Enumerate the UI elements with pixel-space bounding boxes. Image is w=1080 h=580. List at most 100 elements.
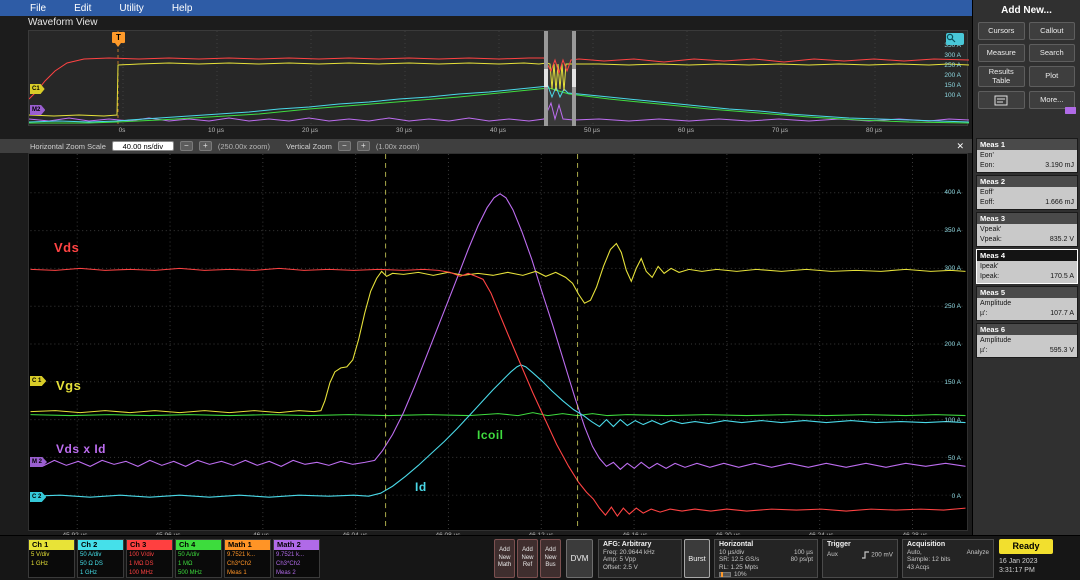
channel-4-badge[interactable]: Ch 4 50 A/div1 MΩ500 MHz <box>175 539 222 578</box>
trigger-position-marker[interactable]: T <box>112 32 125 43</box>
cursors-button[interactable]: Cursors <box>978 22 1025 40</box>
callout-button[interactable]: Callout <box>1029 22 1076 40</box>
zoomed-waveform-plot[interactable]: Vds Vgs Vds x Id Icoil Id C 1 M 2 C 2 40… <box>28 153 968 531</box>
meas-4-badge[interactable]: Meas 4 Ipeak' Ipeak:170.5 A <box>976 249 1078 284</box>
vds-trace-label: Vds <box>54 240 79 255</box>
math-1-badge[interactable]: Math 1 9.7521 k...Ch3*Ch2Meas 1 <box>224 539 271 578</box>
meas-6-body: Amplitude µ':595.3 V <box>977 335 1077 357</box>
channel-1-badge[interactable]: Ch 1 5 V/div1 GHz <box>28 539 75 578</box>
main-amp-label: 100 A <box>944 417 961 424</box>
menu-utility[interactable]: Utility <box>119 3 143 14</box>
math-2-badge[interactable]: Math 2 9.7521 k...Ch3*Ch2Meas 2 <box>273 539 320 578</box>
menu-help[interactable]: Help <box>172 3 193 14</box>
ready-status-badge: Ready <box>999 539 1053 554</box>
v-zoom-in-button[interactable]: + <box>357 141 370 151</box>
add-new-title: Add New... <box>973 0 1080 16</box>
plot-button[interactable]: Plot <box>1029 66 1076 87</box>
main-waveforms <box>29 154 967 530</box>
acquisition-panel[interactable]: Acquisition Auto,Analyze Sample: 12 bits… <box>902 539 994 578</box>
overview-time-label: 50 µs <box>584 127 600 134</box>
meas-5-header: Meas 5 <box>977 287 1077 298</box>
overview-amp-label: 100 A <box>944 92 961 99</box>
channel-2-settings: 50 A/div50 Ω DS1 GHz <box>78 550 123 579</box>
add-new-bus-button[interactable]: Add New Bus <box>540 539 561 578</box>
h-zoom-in-button[interactable]: + <box>199 141 212 151</box>
measure-button[interactable]: Measure <box>978 44 1025 62</box>
v-zoom-factor: (1.00x zoom) <box>376 142 420 151</box>
channel-2-badge[interactable]: Ch 2 50 A/div50 Ω DS1 GHz <box>77 539 124 578</box>
results-table-button[interactable]: Results Table <box>978 66 1025 87</box>
icoil-trace <box>30 413 965 416</box>
zoom-handle-grip[interactable] <box>544 69 548 87</box>
measurement-badges: Meas 1 Eon' Eon:3.190 mJ Meas 2 Eoff' Eo… <box>976 138 1078 360</box>
math-2-name: Math 2 <box>274 540 319 550</box>
zoom-overview-icon[interactable] <box>946 33 964 45</box>
search-button[interactable]: Search <box>1029 44 1076 62</box>
acquisition-title: Acquisition <box>907 541 989 549</box>
overview-time-label: 0s <box>119 127 126 134</box>
menu-bar: File Edit Utility Help <box>0 0 972 16</box>
meas-1-header: Meas 1 <box>977 139 1077 150</box>
overview-amp-label: 200 A <box>944 72 961 79</box>
vgs-trace-label: Vgs <box>56 378 81 393</box>
results-bar: Add New... Cursors Callout Measure Searc… <box>972 0 1080 535</box>
afg-panel[interactable]: AFG: Arbitrary Freq: 20.9644 kHz Amp: 5 … <box>598 539 682 578</box>
horizontal-title: Horizontal <box>719 541 813 549</box>
menu-file[interactable]: File <box>30 3 46 14</box>
oscilloscope-screen: File Edit Utility Help Waveform View 350… <box>0 0 1080 580</box>
v-zoom-out-button[interactable]: − <box>338 141 351 151</box>
icoil-trace-label: Icoil <box>477 428 504 442</box>
meas-1-body: Eon' Eon:3.190 mJ <box>977 150 1077 172</box>
meas-6-badge[interactable]: Meas 6 Amplitude µ':595.3 V <box>976 323 1078 358</box>
channel-3-settings: 100 V/div1 MΩ DS100 MHz <box>127 550 172 579</box>
overview-time-label: 60 µs <box>678 127 694 134</box>
meas-5-body: Amplitude µ':107.7 A <box>977 298 1077 320</box>
overview-time-label: 20 µs <box>302 127 318 134</box>
meas-2-header: Meas 2 <box>977 176 1077 187</box>
channel-1-name: Ch 1 <box>29 540 74 550</box>
zoom-handle-grip[interactable] <box>572 69 576 87</box>
meas-2-badge[interactable]: Meas 2 Eoff' Eoff:1.666 mJ <box>976 175 1078 210</box>
burst-button[interactable]: Burst <box>684 539 710 578</box>
meas-4-header: Meas 4 <box>977 250 1077 261</box>
vdsxid-trace-label: Vds x Id <box>56 442 106 456</box>
overview-waveforms <box>29 31 969 126</box>
overview-amp-label: 150 A <box>944 82 961 89</box>
afg-amp: Amp: 5 Vpp <box>603 556 677 563</box>
close-zoom-icon[interactable]: ✕ <box>956 141 964 152</box>
ov-vgs-trace <box>29 63 969 116</box>
channel-3-badge[interactable]: Ch 3 100 V/div1 MΩ DS100 MHz <box>126 539 173 578</box>
overview-time-axis: 0s 10 µs 20 µs 30 µs 40 µs 50 µs 60 µs 7… <box>28 127 968 137</box>
meas-5-badge[interactable]: Meas 5 Amplitude µ':107.7 A <box>976 286 1078 321</box>
afg-offset: Offset: 2.5 V <box>603 564 677 571</box>
meas-4-body: Ipeak' Ipeak:170.5 A <box>977 261 1077 283</box>
id-trace-label: Id <box>415 480 427 494</box>
waveform-view-title: Waveform View <box>28 17 97 28</box>
trigger-panel[interactable]: Trigger Aux 200 mV <box>822 539 898 578</box>
menu-edit[interactable]: Edit <box>74 3 91 14</box>
zoom-scale-input[interactable]: 40.00 ns/div <box>112 141 174 151</box>
mask-icon <box>994 95 1008 106</box>
h-zoom-out-button[interactable]: − <box>180 141 193 151</box>
overview-time-label: 70 µs <box>772 127 788 134</box>
mask-button[interactable] <box>978 91 1025 109</box>
datetime: 16 Jan 2023 3:31:17 PM <box>999 557 1038 575</box>
channel-1-settings: 5 V/div1 GHz <box>29 550 74 570</box>
meas-6-header: Meas 6 <box>977 324 1077 335</box>
channel-4-settings: 50 A/div1 MΩ500 MHz <box>176 550 221 579</box>
main-amp-label: 300 A <box>944 265 961 272</box>
add-new-ref-button[interactable]: Add New Ref <box>517 539 538 578</box>
main-amp-label: 400 A <box>944 189 961 196</box>
meas-3-header: Meas 3 <box>977 213 1077 224</box>
channel-3-name: Ch 3 <box>127 540 172 550</box>
horizontal-panel[interactable]: Horizontal 10 µs/div100 µs SR: 12.5 GS/s… <box>714 539 818 578</box>
magnifier-icon <box>946 33 956 43</box>
add-new-math-button[interactable]: Add New Math <box>494 539 515 578</box>
record-overview-plot[interactable]: 350 A 300 A 250 A 200 A 150 A 100 A T C1… <box>28 30 968 126</box>
main-amp-label: 0 A <box>952 493 961 500</box>
trigger-title: Trigger <box>827 541 893 549</box>
meas-3-badge[interactable]: Meas 3 Vpeak' Vpeak:835.2 V <box>976 212 1078 247</box>
meas-1-badge[interactable]: Meas 1 Eon' Eon:3.190 mJ <box>976 138 1078 173</box>
dvm-button[interactable]: DVM <box>566 539 593 578</box>
math-1-name: Math 1 <box>225 540 270 550</box>
